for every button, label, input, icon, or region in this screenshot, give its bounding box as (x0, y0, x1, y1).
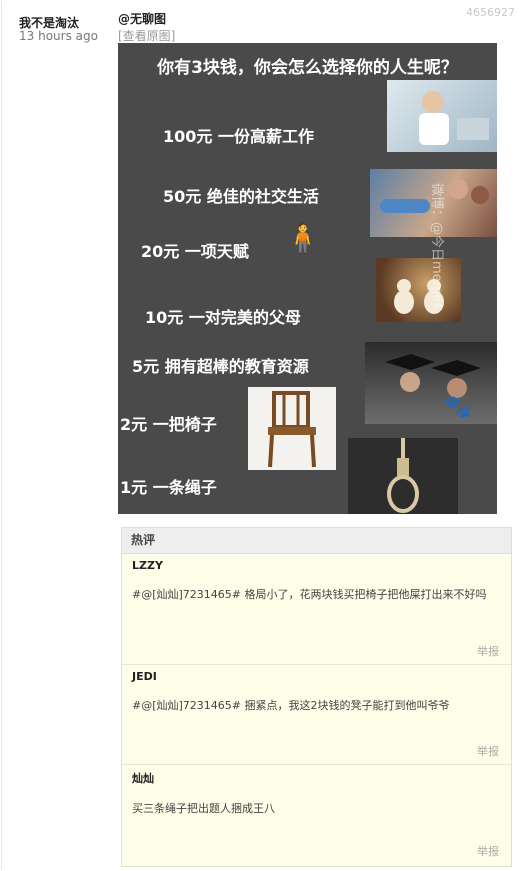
meme-option: 5元 拥有超棒的教育资源 (132, 357, 309, 376)
comment-author[interactable]: LZZY (132, 559, 501, 572)
graduates-photo (365, 342, 497, 424)
comment-item: LZZY #@[灿灿]7231465# 格局小了，花两块钱买把椅子把他屎打出来不… (122, 554, 511, 665)
office-worker-photo (387, 80, 497, 152)
meme-option: 20元 一项天赋 (141, 242, 249, 261)
meme-option: 100元 一份高薪工作 (163, 127, 314, 146)
hot-comments-panel: 热评 LZZY #@[灿灿]7231465# 格局小了，花两块钱买把椅子把他屎打… (121, 527, 512, 867)
meme-option: 1元 一条绳子 (120, 478, 217, 497)
comment-text: #@[灿灿]7231465# 格局小了，花两块钱买把椅子把他屎打出来不好吗 (132, 588, 487, 601)
hot-comments-header: 热评 (122, 528, 511, 554)
meme-option: 2元 一把椅子 (120, 415, 217, 434)
comment-item: JEDI #@[灿灿]7231465# 捆紧点，我这2块钱的凳子能打到他叫爷爷 … (122, 665, 511, 765)
report-button[interactable]: 举报 (477, 743, 499, 759)
meme-option: 10元 一对完美的父母 (145, 308, 301, 327)
rope-noose-photo (348, 438, 458, 514)
post-time: 13 hours ago (19, 29, 98, 43)
comment-text: #@[灿灿]7231465# 捆紧点，我这2块钱的凳子能打到他叫爷爷 (132, 699, 450, 712)
comment-item: 灿灿 买三条绳子把出题人捆成王八 举报 (122, 765, 511, 864)
post-tag[interactable]: @无聊图 (118, 10, 166, 27)
meme-watermark: 微博：@今日memes (429, 183, 444, 310)
report-button[interactable]: 举报 (477, 843, 499, 859)
meme-image: 你有3块钱，你会怎么选择你的人生呢？ 🧍 🐾 微博：@今日memes 100元 … (118, 43, 497, 514)
meme-option: 50元 绝佳的社交生活 (163, 187, 319, 206)
meme-title: 你有3块钱，你会怎么选择你的人生呢？ (157, 58, 458, 78)
vault-boy-icon: 🧍 (284, 221, 322, 256)
chair-photo (248, 387, 336, 470)
report-button[interactable]: 举报 (477, 643, 499, 659)
post-id[interactable]: 4656927 (466, 6, 515, 19)
comment-text: 买三条绳子把出题人捆成王八 (132, 802, 275, 815)
eggs-parents-photo (376, 258, 461, 322)
comment-author[interactable]: 灿灿 (132, 770, 501, 786)
paw-sticker-icon: 🐾 (444, 395, 472, 420)
comment-author[interactable]: JEDI (132, 670, 501, 683)
view-original-link[interactable]: [查看原图] (118, 27, 175, 44)
